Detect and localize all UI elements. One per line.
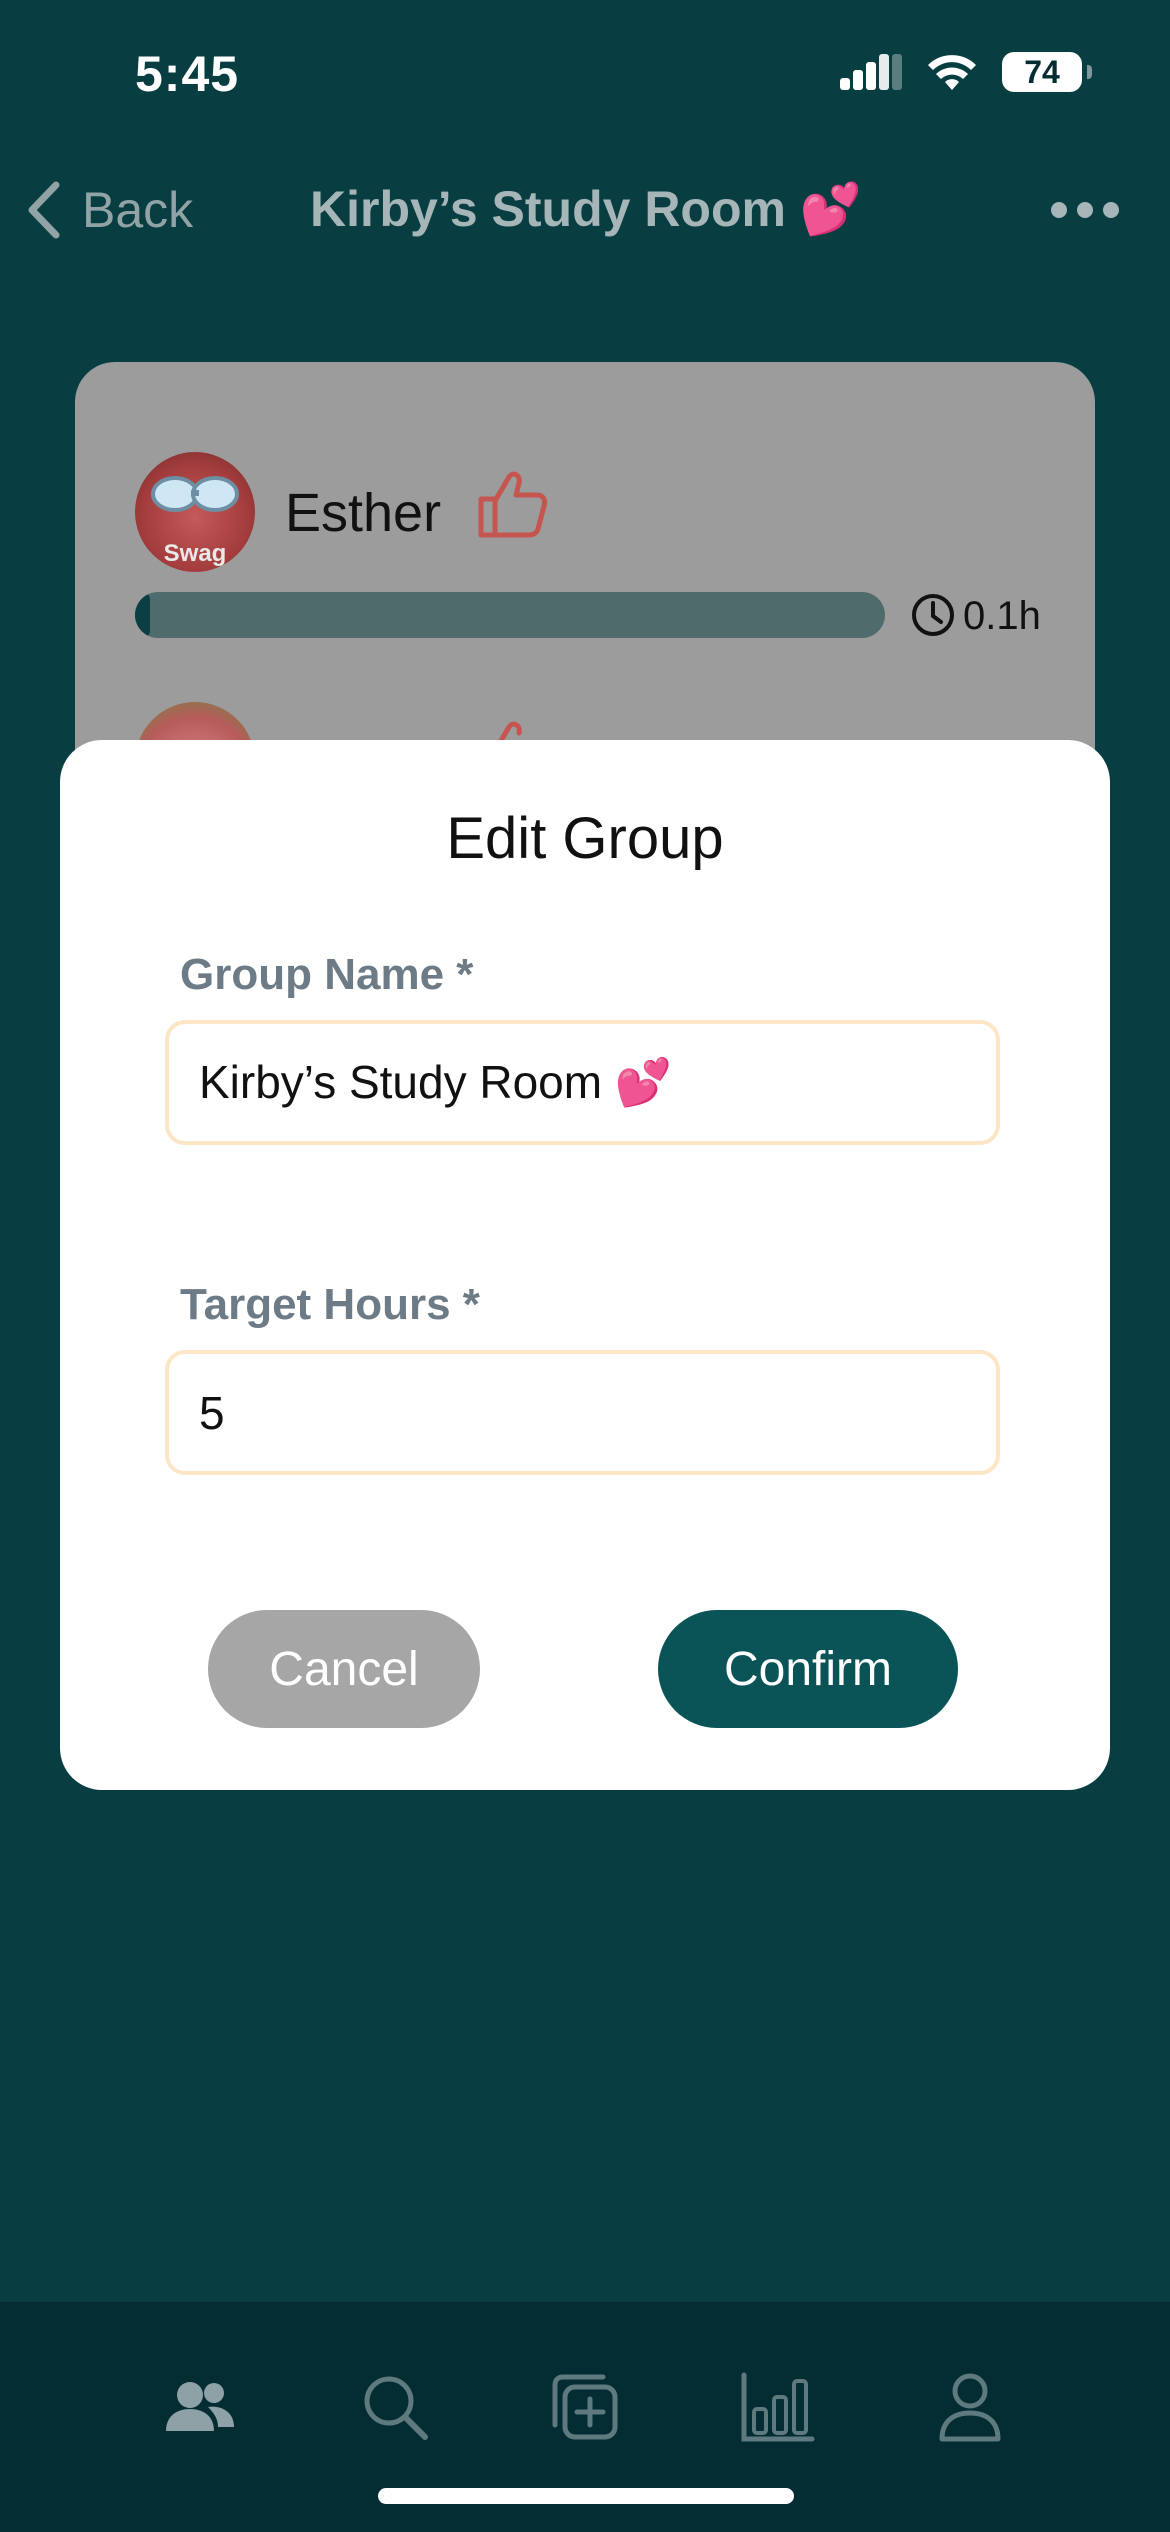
search-icon[interactable] [355, 2367, 435, 2447]
group-name-input[interactable] [165, 1020, 1000, 1145]
avatar-caption: Swag [163, 540, 227, 567]
add-group-icon[interactable] [545, 2367, 625, 2447]
target-hours-input[interactable] [165, 1350, 1000, 1475]
page-title: Kirby’s Study Room 💕 [310, 181, 863, 237]
more-options-icon[interactable] [1050, 190, 1120, 230]
edit-group-modal: Edit Group Group Name * Target Hours * C… [60, 740, 1110, 1790]
member-name: Esther [285, 483, 442, 543]
thumbs-up-icon[interactable] [475, 467, 550, 542]
wifi-icon [928, 55, 976, 90]
profile-icon[interactable] [930, 2367, 1010, 2447]
status-icons: 74 [840, 52, 1092, 92]
group-room-screen: 5:45 74 Back Kirby’s Study Room 💕 Swag E… [0, 0, 1170, 2532]
status-time: 5:45 [135, 46, 240, 102]
progress-fill [135, 592, 150, 638]
status-bar: 5:45 74 [0, 0, 1170, 150]
back-button[interactable]: Back [24, 170, 193, 250]
cellular-signal-icon [840, 54, 902, 90]
group-name-label: Group Name * [180, 950, 474, 999]
nav-bar: Back Kirby’s Study Room 💕 [0, 160, 1170, 260]
cancel-button[interactable]: Cancel [208, 1610, 480, 1728]
hours-studied: 0.1h [963, 594, 1041, 638]
chevron-left-icon [28, 181, 60, 239]
progress-bar [135, 592, 885, 638]
groups-icon[interactable] [160, 2367, 240, 2447]
modal-title: Edit Group [446, 806, 724, 871]
back-label: Back [82, 182, 194, 238]
battery-indicator: 74 [1002, 52, 1092, 92]
confirm-button[interactable]: Confirm [658, 1610, 958, 1728]
clock-icon [912, 594, 954, 636]
stats-icon[interactable] [738, 2367, 818, 2447]
home-indicator [378, 2488, 794, 2504]
target-hours-label: Target Hours * [180, 1280, 480, 1329]
avatar[interactable]: Swag [135, 452, 255, 572]
